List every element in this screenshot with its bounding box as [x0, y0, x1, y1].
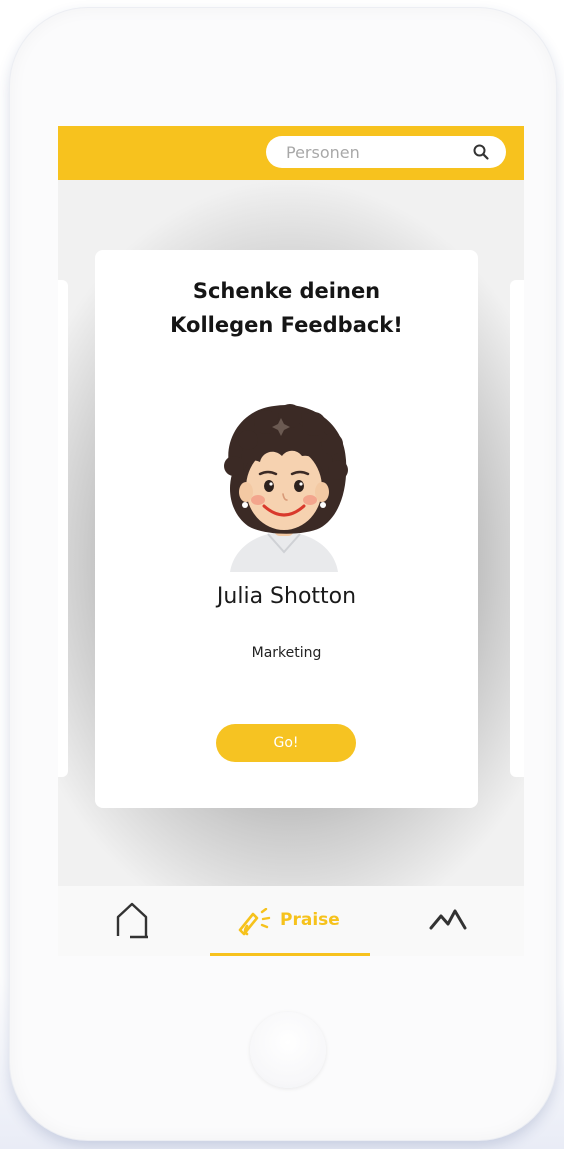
app-screen: Schenke deinen Kollegen Feedback!: [58, 126, 524, 956]
card-title-line-2: Kollegen Feedback!: [170, 313, 403, 337]
person-name: Julia Shotton: [216, 584, 357, 609]
feedback-card: Schenke deinen Kollegen Feedback! Julia …: [95, 250, 478, 808]
next-card[interactable]: [510, 280, 524, 777]
stats-icon[interactable]: [428, 906, 468, 934]
search-input[interactable]: [280, 136, 476, 168]
active-tab-indicator: [210, 953, 370, 956]
nav-item-praise-label: Praise: [280, 910, 340, 930]
avatar: [224, 404, 348, 572]
card-title-line-1: Schenke deinen: [192, 279, 381, 303]
nav-item-praise[interactable]: Praise: [210, 886, 370, 956]
device-home-button[interactable]: [250, 1012, 326, 1088]
megaphone-icon: [238, 908, 271, 936]
bottom-nav: Praise: [58, 886, 524, 956]
search-icon[interactable]: [472, 143, 490, 161]
go-button[interactable]: Go!: [216, 724, 356, 762]
top-bar: [58, 126, 524, 180]
carousel-area: Schenke deinen Kollegen Feedback! Julia …: [58, 180, 524, 886]
home-icon[interactable]: [114, 900, 150, 940]
search-box[interactable]: [266, 136, 506, 168]
previous-card[interactable]: [58, 280, 68, 777]
card-title: Schenke deinen Kollegen Feedback!: [105, 274, 468, 342]
person-department: Marketing: [251, 645, 322, 661]
